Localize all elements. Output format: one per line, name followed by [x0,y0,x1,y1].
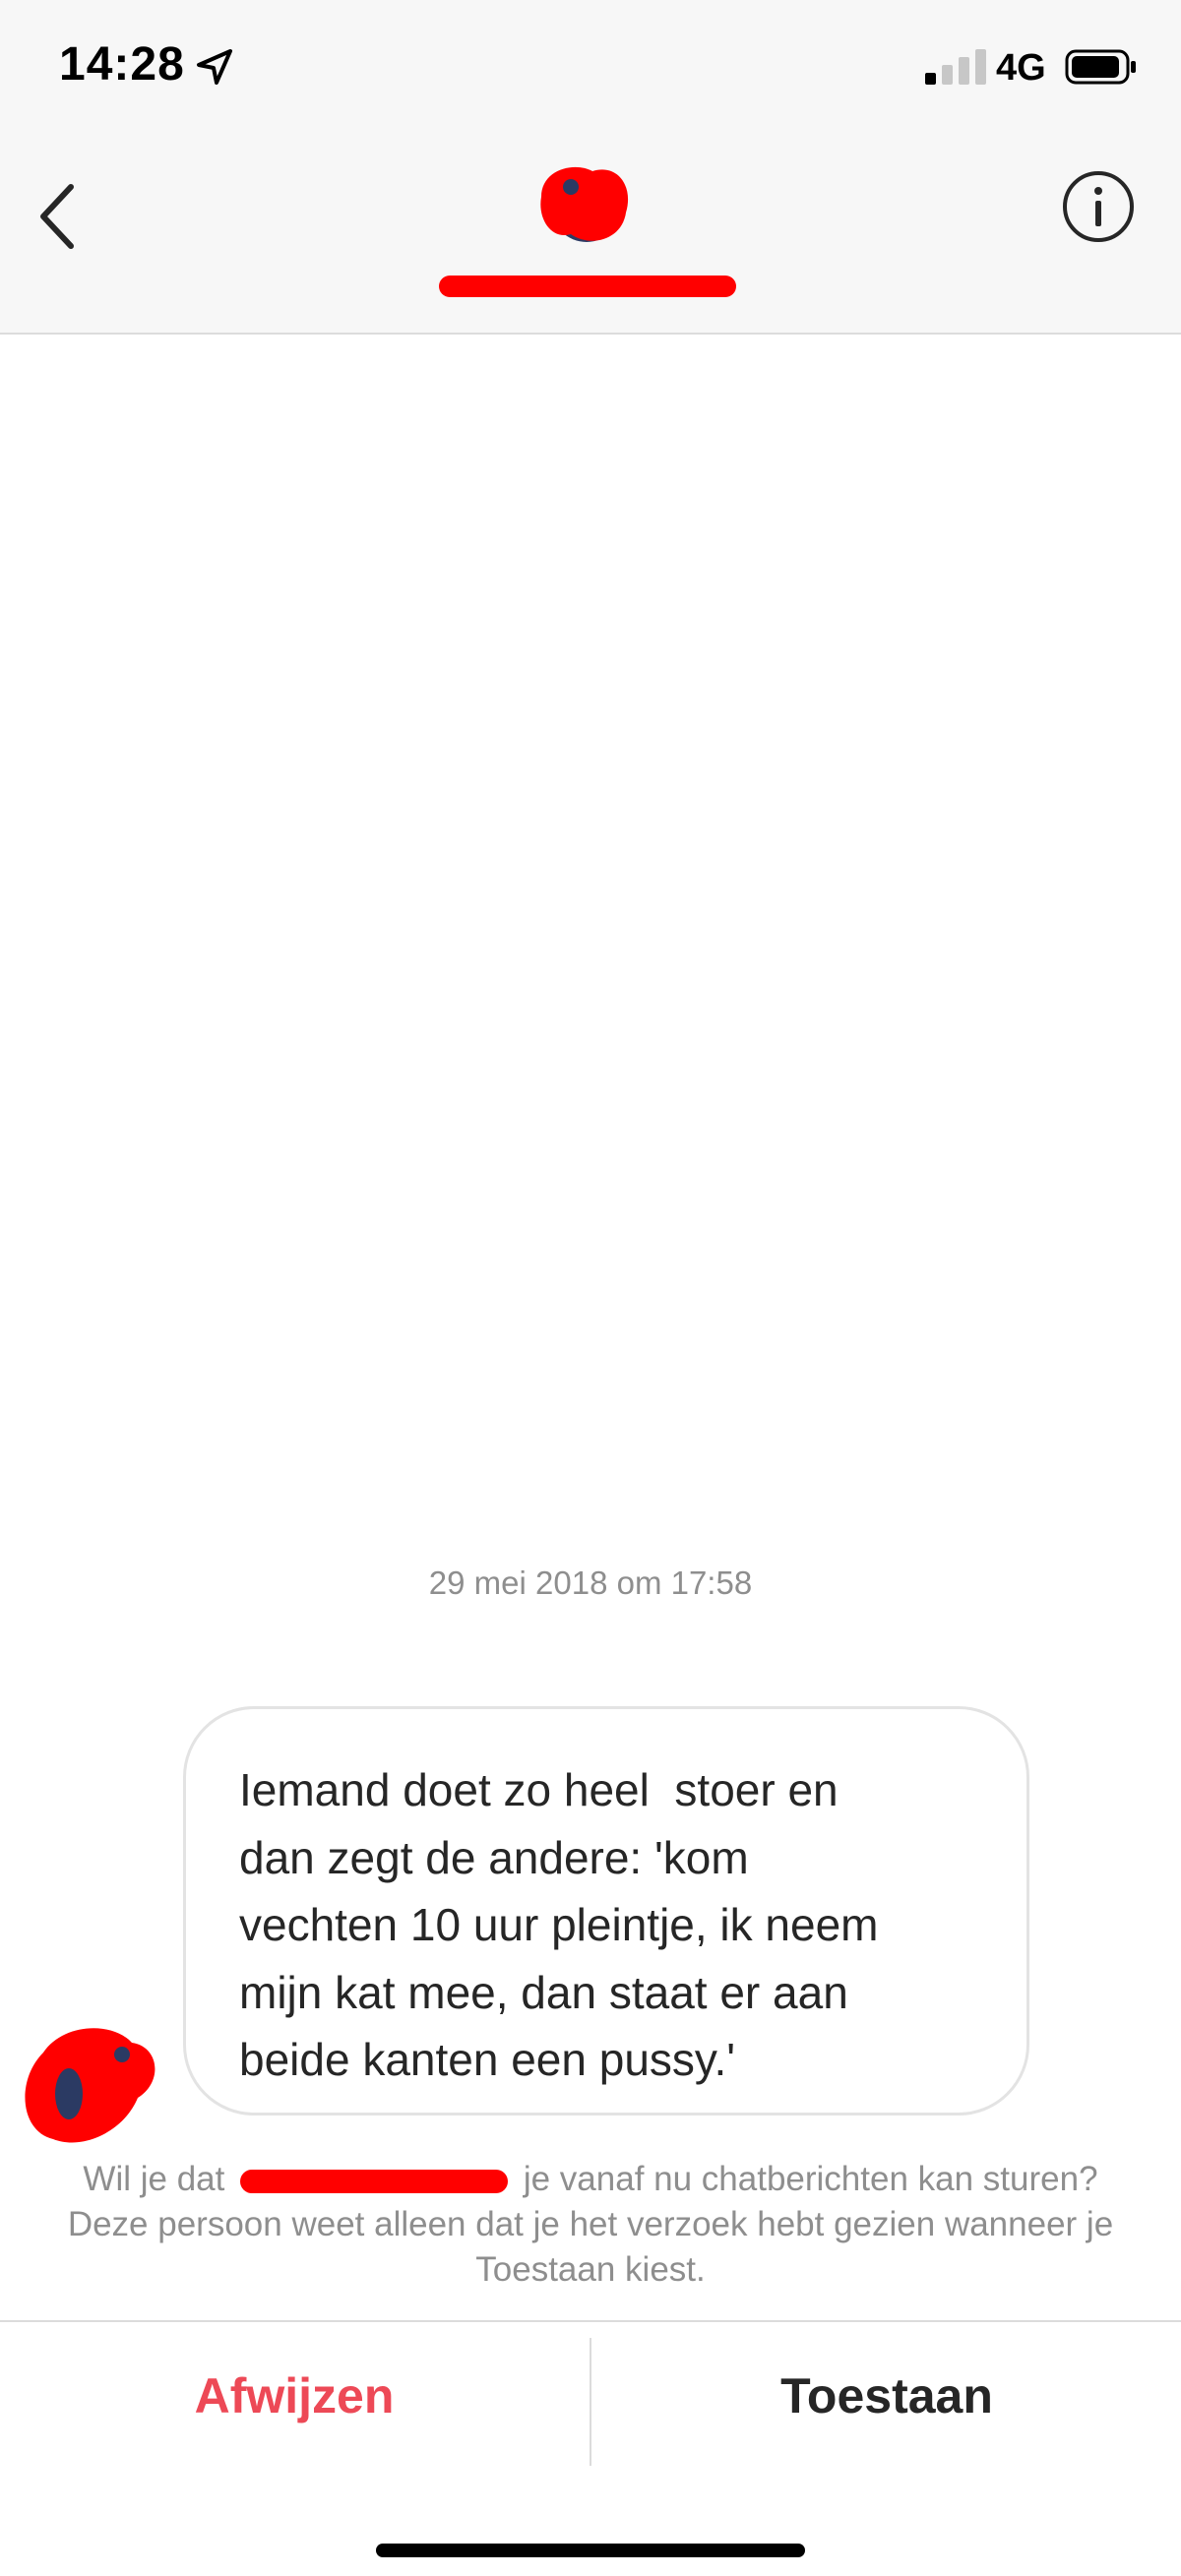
info-icon[interactable] [1059,167,1138,246]
message-text: Iemand doet zo heel stoer en dan zegt de… [239,1764,879,2085]
status-bar: 14:28 4G [0,0,1181,138]
network-type: 4G [996,47,1046,89]
conversation-header [0,138,1181,335]
chevron-left-icon[interactable] [30,175,89,258]
cellular-signal-icon [925,49,986,85]
reject-button[interactable]: Afwijzen [0,2322,589,2470]
message-bubble[interactable]: Iemand doet zo heel stoer en dan zegt de… [183,1706,1029,2116]
request-text-before: Wil je dat [83,2160,225,2198]
request-action-bar: Afwijzen Toestaan [0,2320,1181,2470]
sender-avatar[interactable] [14,2003,157,2161]
message-request-notice: Wil je dat je vanaf nu chatberichten kan… [49,2157,1132,2293]
divider [590,2338,591,2466]
location-arrow-icon [197,49,232,85]
home-indicator[interactable] [376,2544,805,2557]
accept-button[interactable]: Toestaan [592,2322,1181,2470]
message-timestamp: 29 mei 2018 om 17:58 [428,1564,753,1601]
redaction-mark [240,2169,509,2193]
avatar[interactable] [531,157,634,260]
status-time: 14:28 [59,38,185,91]
request-text-after: je vanaf nu chatberichten kan sturen? De… [67,2160,1114,2289]
redaction-mark [439,276,736,297]
battery-icon [1065,49,1136,85]
